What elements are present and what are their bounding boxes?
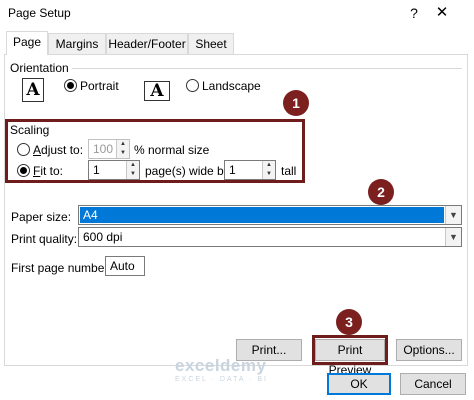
close-button[interactable]: ✕ <box>430 3 454 23</box>
first-page-number-input[interactable]: Auto <box>105 256 145 276</box>
tab-sheet[interactable]: Sheet <box>188 33 234 54</box>
tab-header-footer[interactable]: Header/Footer <box>106 33 188 54</box>
orientation-heading: Orientation <box>10 61 69 75</box>
fit-tall-spinner[interactable]: 1 ▲ ▼ <box>224 160 276 180</box>
chevron-down-icon[interactable]: ▼ <box>445 228 461 246</box>
ok-button[interactable]: OK <box>327 373 391 395</box>
fit-wide-suffix: page(s) wide by <box>145 164 230 178</box>
orientation-divider <box>72 68 462 69</box>
print-preview-button[interactable]: Print Preview <box>315 339 385 377</box>
options-button[interactable]: Options... <box>396 339 462 361</box>
cancel-button[interactable]: Cancel <box>400 373 466 395</box>
help-button[interactable]: ? <box>404 3 424 23</box>
print-quality-value: 600 dpi <box>83 230 123 244</box>
first-page-number-value: Auto <box>110 259 135 273</box>
portrait-label[interactable]: Portrait <box>80 79 119 93</box>
adjust-to-label[interactable]: Adjust to: <box>33 143 83 157</box>
chevron-down-icon[interactable]: ▼ <box>445 206 461 224</box>
landscape-page-icon: A <box>144 81 170 101</box>
watermark-tagline: EXCEL · DATA · BI <box>175 376 268 383</box>
adjust-to-radio[interactable] <box>17 143 30 156</box>
landscape-radio[interactable] <box>186 79 199 92</box>
tab-page[interactable]: Page <box>6 31 48 55</box>
adjust-to-value: 100 <box>93 142 114 156</box>
title-bar: Page Setup ? ✕ <box>0 0 474 28</box>
print-quality-select[interactable]: 600 dpi ▼ <box>78 227 462 247</box>
tab-margins[interactable]: Margins <box>48 33 106 54</box>
portrait-page-icon: A <box>22 78 44 102</box>
annotation-badge-2: 2 <box>368 179 394 205</box>
dialog-title: Page Setup <box>8 6 71 20</box>
first-page-number-label: First page number: <box>11 261 112 275</box>
annotation-badge-3: 3 <box>336 309 362 335</box>
exceldemy-watermark: exceldemy EXCEL · DATA · BI <box>175 356 268 383</box>
portrait-radio[interactable] <box>64 79 77 92</box>
paper-size-label: Paper size: <box>11 210 72 224</box>
fit-tall-suffix: tall <box>281 164 297 178</box>
fit-tall-value: 1 <box>229 163 236 177</box>
annotation-badge-1: 1 <box>283 90 309 116</box>
fit-wide-value: 1 <box>93 163 100 177</box>
landscape-label[interactable]: Landscape <box>202 79 261 93</box>
spin-up-icon[interactable]: ▲ <box>117 140 129 149</box>
fit-wide-spinner[interactable]: 1 ▲ ▼ <box>88 160 140 180</box>
spin-up-icon[interactable]: ▲ <box>127 161 139 170</box>
adjust-to-suffix: % normal size <box>134 143 210 157</box>
watermark-name: exceldemy <box>175 356 267 375</box>
scaling-heading: Scaling <box>10 123 50 137</box>
print-quality-label: Print quality: <box>11 232 78 246</box>
spin-up-icon[interactable]: ▲ <box>263 161 275 170</box>
fit-to-radio[interactable] <box>17 164 30 177</box>
fit-to-label[interactable]: Fit to: <box>33 164 63 178</box>
spin-down-icon[interactable]: ▼ <box>117 149 129 158</box>
paper-size-value: A4 <box>80 207 444 223</box>
paper-size-select[interactable]: A4 ▼ <box>78 205 462 225</box>
spin-down-icon[interactable]: ▼ <box>263 170 275 179</box>
spin-down-icon[interactable]: ▼ <box>127 170 139 179</box>
adjust-to-spinner[interactable]: 100 ▲ ▼ <box>88 139 130 159</box>
